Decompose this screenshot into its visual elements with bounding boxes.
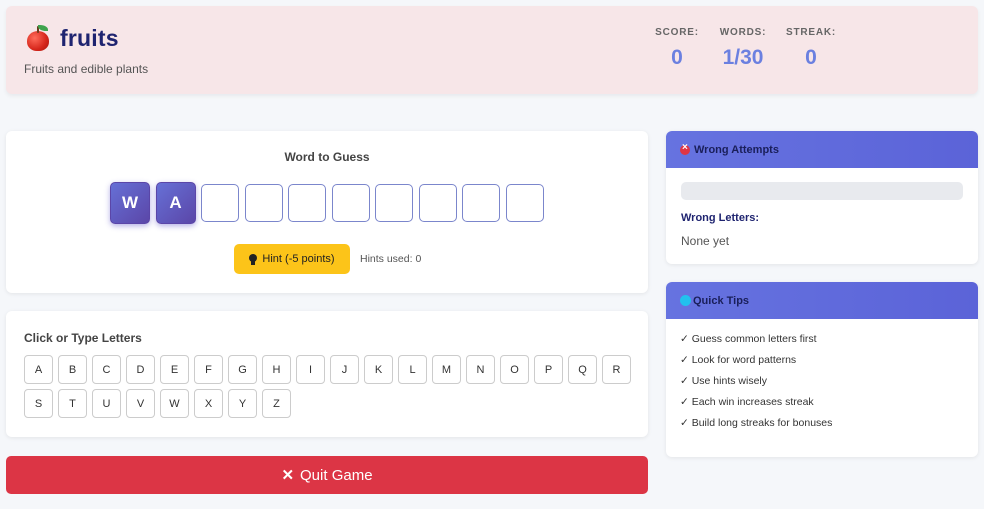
tip-item: ✓ Build long streaks for bonuses xyxy=(680,417,833,429)
letter-key-p[interactable]: P xyxy=(534,355,563,384)
words-value: 1/30 xyxy=(722,46,764,69)
wrong-letters-value: None yet xyxy=(681,234,730,248)
word-slots: WA xyxy=(110,182,549,224)
close-icon: ✕ xyxy=(281,467,295,484)
quick-tips-card: Quick Tips ✓ Guess common letters first ✓… xyxy=(666,282,978,457)
letter-slot: A xyxy=(155,182,196,224)
game-header: fruits Fruits and edible plants SCORE: 0… xyxy=(6,6,978,94)
letters-heading: Click or Type Letters xyxy=(24,331,142,345)
word-heading: Word to Guess xyxy=(284,150,370,164)
letter-key-v[interactable]: V xyxy=(126,389,155,418)
info-icon xyxy=(680,295,691,306)
letter-key-r[interactable]: R xyxy=(602,355,631,384)
score-stat: SCORE: 0 xyxy=(644,27,710,70)
letter-key-g[interactable]: G xyxy=(228,355,257,384)
letter-key-w[interactable]: W xyxy=(160,389,189,418)
letter-key-m[interactable]: M xyxy=(432,355,461,384)
letter-key-q[interactable]: Q xyxy=(568,355,597,384)
letter-keyboard: ABCDEFGHIJKLMNOPQR STUVWXYZ xyxy=(24,355,644,423)
letter-key-k[interactable]: K xyxy=(364,355,393,384)
letter-key-t[interactable]: T xyxy=(58,389,87,418)
letter-key-d[interactable]: D xyxy=(126,355,155,384)
letter-slot xyxy=(201,184,239,222)
letter-key-e[interactable]: E xyxy=(160,355,189,384)
letter-slot xyxy=(244,184,283,222)
wrong-attempts-title: Wrong Attempts xyxy=(694,143,779,156)
letter-key-u[interactable]: U xyxy=(92,389,121,418)
title-row: fruits xyxy=(24,24,119,52)
streak-value: 0 xyxy=(805,46,817,69)
letter-key-a[interactable]: A xyxy=(24,355,53,384)
letter-key-s[interactable]: S xyxy=(24,389,53,418)
category-subtitle: Fruits and edible plants xyxy=(24,62,149,76)
letter-key-h[interactable]: H xyxy=(262,355,291,384)
letter-key-y[interactable]: Y xyxy=(228,389,257,418)
hint-button-label: Hint (-5 points) xyxy=(262,253,335,265)
hint-button[interactable]: Hint (-5 points) xyxy=(234,244,350,274)
letter-key-l[interactable]: L xyxy=(398,355,427,384)
quit-button-label: Quit Game xyxy=(300,466,373,484)
quick-tips-title: Quick Tips xyxy=(693,294,750,307)
apple-icon xyxy=(24,24,52,52)
wrong-letters-label: Wrong Letters: xyxy=(681,212,760,224)
quick-tips-header: Quick Tips xyxy=(666,282,978,319)
error-icon xyxy=(680,142,690,155)
words-stat: WORDS: 1/30 xyxy=(710,27,776,70)
streak-stat: STREAK: 0 xyxy=(778,27,844,70)
tip-item: ✓ Look for word patterns xyxy=(680,354,797,366)
letter-slot xyxy=(331,184,370,222)
wrong-attempts-header: Wrong Attempts xyxy=(666,131,978,168)
letter-key-i[interactable]: I xyxy=(296,355,325,384)
tip-item: ✓ Each win increases streak xyxy=(680,396,814,408)
letter-slot xyxy=(462,184,500,222)
words-label: WORDS: xyxy=(719,27,767,38)
letter-key-n[interactable]: N xyxy=(466,355,495,384)
letter-slot xyxy=(505,184,544,222)
letter-key-j[interactable]: J xyxy=(330,355,359,384)
streak-label: STREAK: xyxy=(785,27,837,38)
tip-item: ✓ Guess common letters first xyxy=(680,333,817,345)
hints-used-text: Hints used: 0 xyxy=(360,253,422,265)
letter-key-c[interactable]: C xyxy=(92,355,121,384)
category-title: fruits xyxy=(60,24,119,51)
wrong-attempts-card: Wrong Attempts Wrong Letters: None yet xyxy=(666,131,978,264)
score-value: 0 xyxy=(671,46,683,69)
letter-slot xyxy=(418,184,457,222)
letter-key-o[interactable]: O xyxy=(500,355,529,384)
letter-key-z[interactable]: Z xyxy=(262,389,291,418)
score-label: SCORE: xyxy=(655,27,699,38)
letter-slot xyxy=(375,184,413,222)
tips-list: ✓ Guess common letters first ✓ Look for w… xyxy=(666,319,978,429)
quit-game-button[interactable]: ✕ Quit Game xyxy=(6,456,648,494)
lightbulb-icon xyxy=(249,253,258,265)
letters-card: Click or Type Letters ABCDEFGHIJKLMNOPQR… xyxy=(6,311,648,437)
letter-slot xyxy=(288,184,326,222)
wrong-attempts-progress xyxy=(681,182,963,200)
letter-key-b[interactable]: B xyxy=(58,355,87,384)
letter-slot: W xyxy=(110,182,150,224)
tip-item: ✓ Use hints wisely xyxy=(680,375,767,387)
letter-key-x[interactable]: X xyxy=(194,389,223,418)
letter-key-f[interactable]: F xyxy=(194,355,223,384)
word-card: Word to Guess WA Hint (-5 points) Hints … xyxy=(6,131,648,293)
